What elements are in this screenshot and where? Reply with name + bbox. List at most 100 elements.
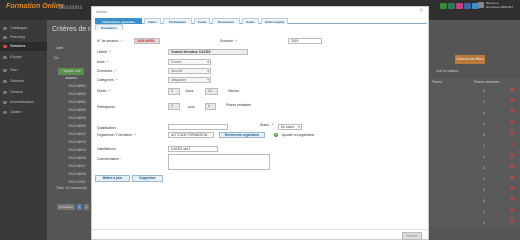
exercice-field[interactable]: 2019 [288,38,322,44]
search-organisme-button[interactable]: Recherche organisme [219,132,265,138]
delete-icon[interactable]: ✖ [510,120,514,126]
libelle-field[interactable]: Chariot élévateur CACES [168,49,248,55]
participants-min-field[interactable]: 2 [168,103,180,110]
table-row[interactable]: 2019-06903 [62,92,86,96]
sidebar-item-equipe[interactable]: Equipe [0,53,47,62]
axes-label: Axes : * [97,60,109,64]
tab-suivis-ingenierie[interactable]: Suivis ingéna [261,18,288,24]
remaining-places-value: 1 [483,100,485,104]
table-row: 1 ✖ [430,218,520,229]
sidebar-item-plan[interactable]: Plan [0,66,47,75]
sidebar-item-administration[interactable]: Administration [0,98,47,107]
table-row[interactable]: 2019-06901 [62,84,86,88]
user-icon[interactable] [448,3,455,9]
close-button[interactable]: Fermer [402,232,422,240]
delete-icon[interactable]: ✖ [510,197,514,203]
avatar[interactable] [478,2,484,8]
remaining-places-value: 3 [483,188,485,192]
table-row: 3 ✖ [430,185,520,196]
search-filters-button[interactable]: Chercher les filtres [455,55,485,64]
add-session-button[interactable]: + Ajouter une session [58,68,84,80]
mail-icon[interactable] [456,3,463,9]
sidebar-item-catalogue[interactable]: Catalogue [0,24,47,33]
delete-icon[interactable]: ✖ [510,164,514,170]
statut-label-text: Statut : [260,123,271,127]
statut-select[interactable]: En cours [278,124,302,130]
delete-icon[interactable]: ✖ [510,87,514,93]
sidebar-item-planning[interactable]: Planning [0,33,47,42]
domaines-label-text: Domaines : [97,69,115,73]
organisme-field[interactable]: ALTITUDE FORMATION [168,132,214,138]
delete-icon[interactable]: ✖ [510,153,514,159]
table-row: 1 ✖ [430,97,520,108]
table-row[interactable]: 2019-06916 [62,156,86,160]
delete-icon[interactable]: ✖ [510,186,514,192]
tab-participants[interactable]: Participants [163,18,192,24]
plan-icon [3,69,7,72]
table-row[interactable]: 2019-06904 [62,100,86,104]
participants-max-field[interactable]: 6 [205,103,216,110]
pagination-page-2[interactable]: 2 [84,204,89,210]
app-logo: Formation Online [6,3,64,10]
table-row[interactable]: 2019-12001 [62,180,86,184]
remaining-places-value: 2 [483,210,485,214]
sidebar-item-label: Gestion [10,90,24,94]
pagination-previous[interactable]: Précédent [57,204,75,210]
table-row[interactable]: 2019-06917 [62,164,86,168]
plus-icon[interactable]: + [274,133,278,137]
table-row[interactable]: 2019-06906 [62,108,86,112]
delete-icon[interactable]: ✖ [510,109,514,115]
pagination-page-1[interactable]: 1 [77,204,82,210]
delete-icon[interactable]: ✖ [510,208,514,214]
remaining-places-value: 0 [483,89,485,93]
table-row[interactable]: 2019-06918 [62,172,86,176]
sidebar-item-sessions[interactable]: Sessions [0,42,47,51]
delete-icon[interactable]: ✖ [510,175,514,181]
sidebar-item-label: Planning [10,35,25,39]
delete-icon[interactable]: ✖ [510,142,514,148]
commentaires-textarea[interactable] [168,154,270,170]
help-icon[interactable] [464,3,471,9]
table-row[interactable]: 2019-06914 [62,148,86,152]
delete-button[interactable]: Supprimer [132,175,163,182]
add-organisme-link[interactable]: Ajouter un organisme [282,133,314,137]
table-row[interactable]: 2019-06909 [62,124,86,128]
sidebar-item-quitter[interactable]: Quitter [0,108,47,117]
categories-select[interactable]: obligatoire [168,77,211,83]
qualification-field[interactable] [168,124,228,130]
remaining-places-value: 1 [483,144,485,148]
delete-icon[interactable]: ✖ [510,219,514,225]
table-row: 0 ✖ [430,196,520,207]
sidebar-item-gestion[interactable]: Gestion [0,88,47,97]
habilitations-field[interactable]: CACES cat 1 [168,146,218,152]
exercice-label: Exercice : * [220,39,238,43]
catalogue-icon [3,27,7,30]
tab-suivis[interactable]: Suivis [242,18,259,24]
table-row: 4 ✖ [430,119,520,130]
categories-label: Catégories : * [97,78,118,82]
delete-icon[interactable]: ✖ [510,98,514,104]
sidebar-item-salaries[interactable]: Salariés [0,77,47,86]
home-icon[interactable] [440,3,447,9]
table-row[interactable]: 2019-06912 [62,132,86,136]
duree-hours-field[interactable]: 14 [205,88,218,95]
tab-couts[interactable]: Coûts [194,18,210,24]
sidebar-item-label: Salariés [10,79,24,83]
remaining-places-value: 4 [483,122,485,126]
axes-select[interactable]: Combo [168,59,211,65]
sidebar-item-label: Plan [10,68,18,72]
view-employees-label: Voir les salariés [436,69,459,73]
duree-label: Durée : * [97,89,111,93]
team-icon [3,56,7,59]
tab-dates[interactable]: Dates [144,18,161,24]
update-button[interactable]: Mettre à jour [95,175,130,182]
tab-bar: Informations générales Dates Participant… [95,18,427,30]
close-icon[interactable]: × [419,8,423,14]
domaines-select[interactable]: sécurité [168,68,211,74]
tab-evaluation[interactable]: Évaluation [95,24,123,30]
delete-icon[interactable]: ✖ [510,131,514,137]
duree-days-field[interactable]: 2 [168,88,180,95]
table-row[interactable]: 2019-06913 [62,140,86,144]
tab-documents[interactable]: Documents [212,18,240,24]
table-row[interactable]: 2019-06908 [62,116,86,120]
